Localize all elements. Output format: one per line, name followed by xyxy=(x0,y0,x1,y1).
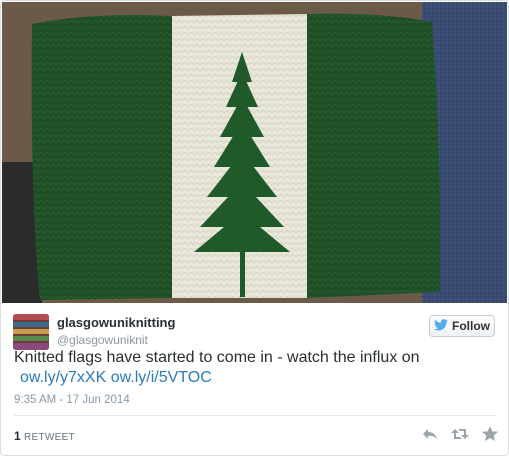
tweet-card: glasgowuniknitting @glasgowuniknit Follo… xyxy=(0,0,509,456)
retweet-stats[interactable]: 1 RETWEET xyxy=(14,429,75,443)
retweet-label: RETWEET xyxy=(23,432,75,443)
retweet-count: 1 xyxy=(14,429,21,443)
twitter-bird-icon xyxy=(434,318,448,334)
follow-label: Follow xyxy=(452,319,490,333)
tweet-actions xyxy=(421,425,499,443)
user-name[interactable]: glasgowuniknitting xyxy=(57,315,175,330)
knitted-flag-image xyxy=(31,13,441,300)
favorite-icon[interactable] xyxy=(481,425,499,443)
tweet-body: Knitted flags have started to come in - … xyxy=(14,349,420,366)
retweet-icon[interactable] xyxy=(451,425,469,443)
tweet-text: Knitted flags have started to come in - … xyxy=(14,348,494,388)
divider xyxy=(14,415,495,416)
tweet-header: glasgowuniknitting @glasgowuniknit Follo… xyxy=(1,304,508,350)
reply-icon[interactable] xyxy=(421,425,439,443)
timestamp[interactable]: 9:35 AM - 17 Jun 2014 xyxy=(14,394,130,406)
tweet-link-1[interactable]: ow.ly/y7xXK xyxy=(20,369,106,386)
avatar[interactable] xyxy=(13,314,49,350)
tweet-link-2[interactable]: ow.ly/i/5VTOC xyxy=(111,369,212,386)
follow-button[interactable]: Follow xyxy=(429,315,495,337)
user-handle[interactable]: @glasgowuniknit xyxy=(57,333,148,347)
tweet-photo[interactable] xyxy=(2,2,507,303)
